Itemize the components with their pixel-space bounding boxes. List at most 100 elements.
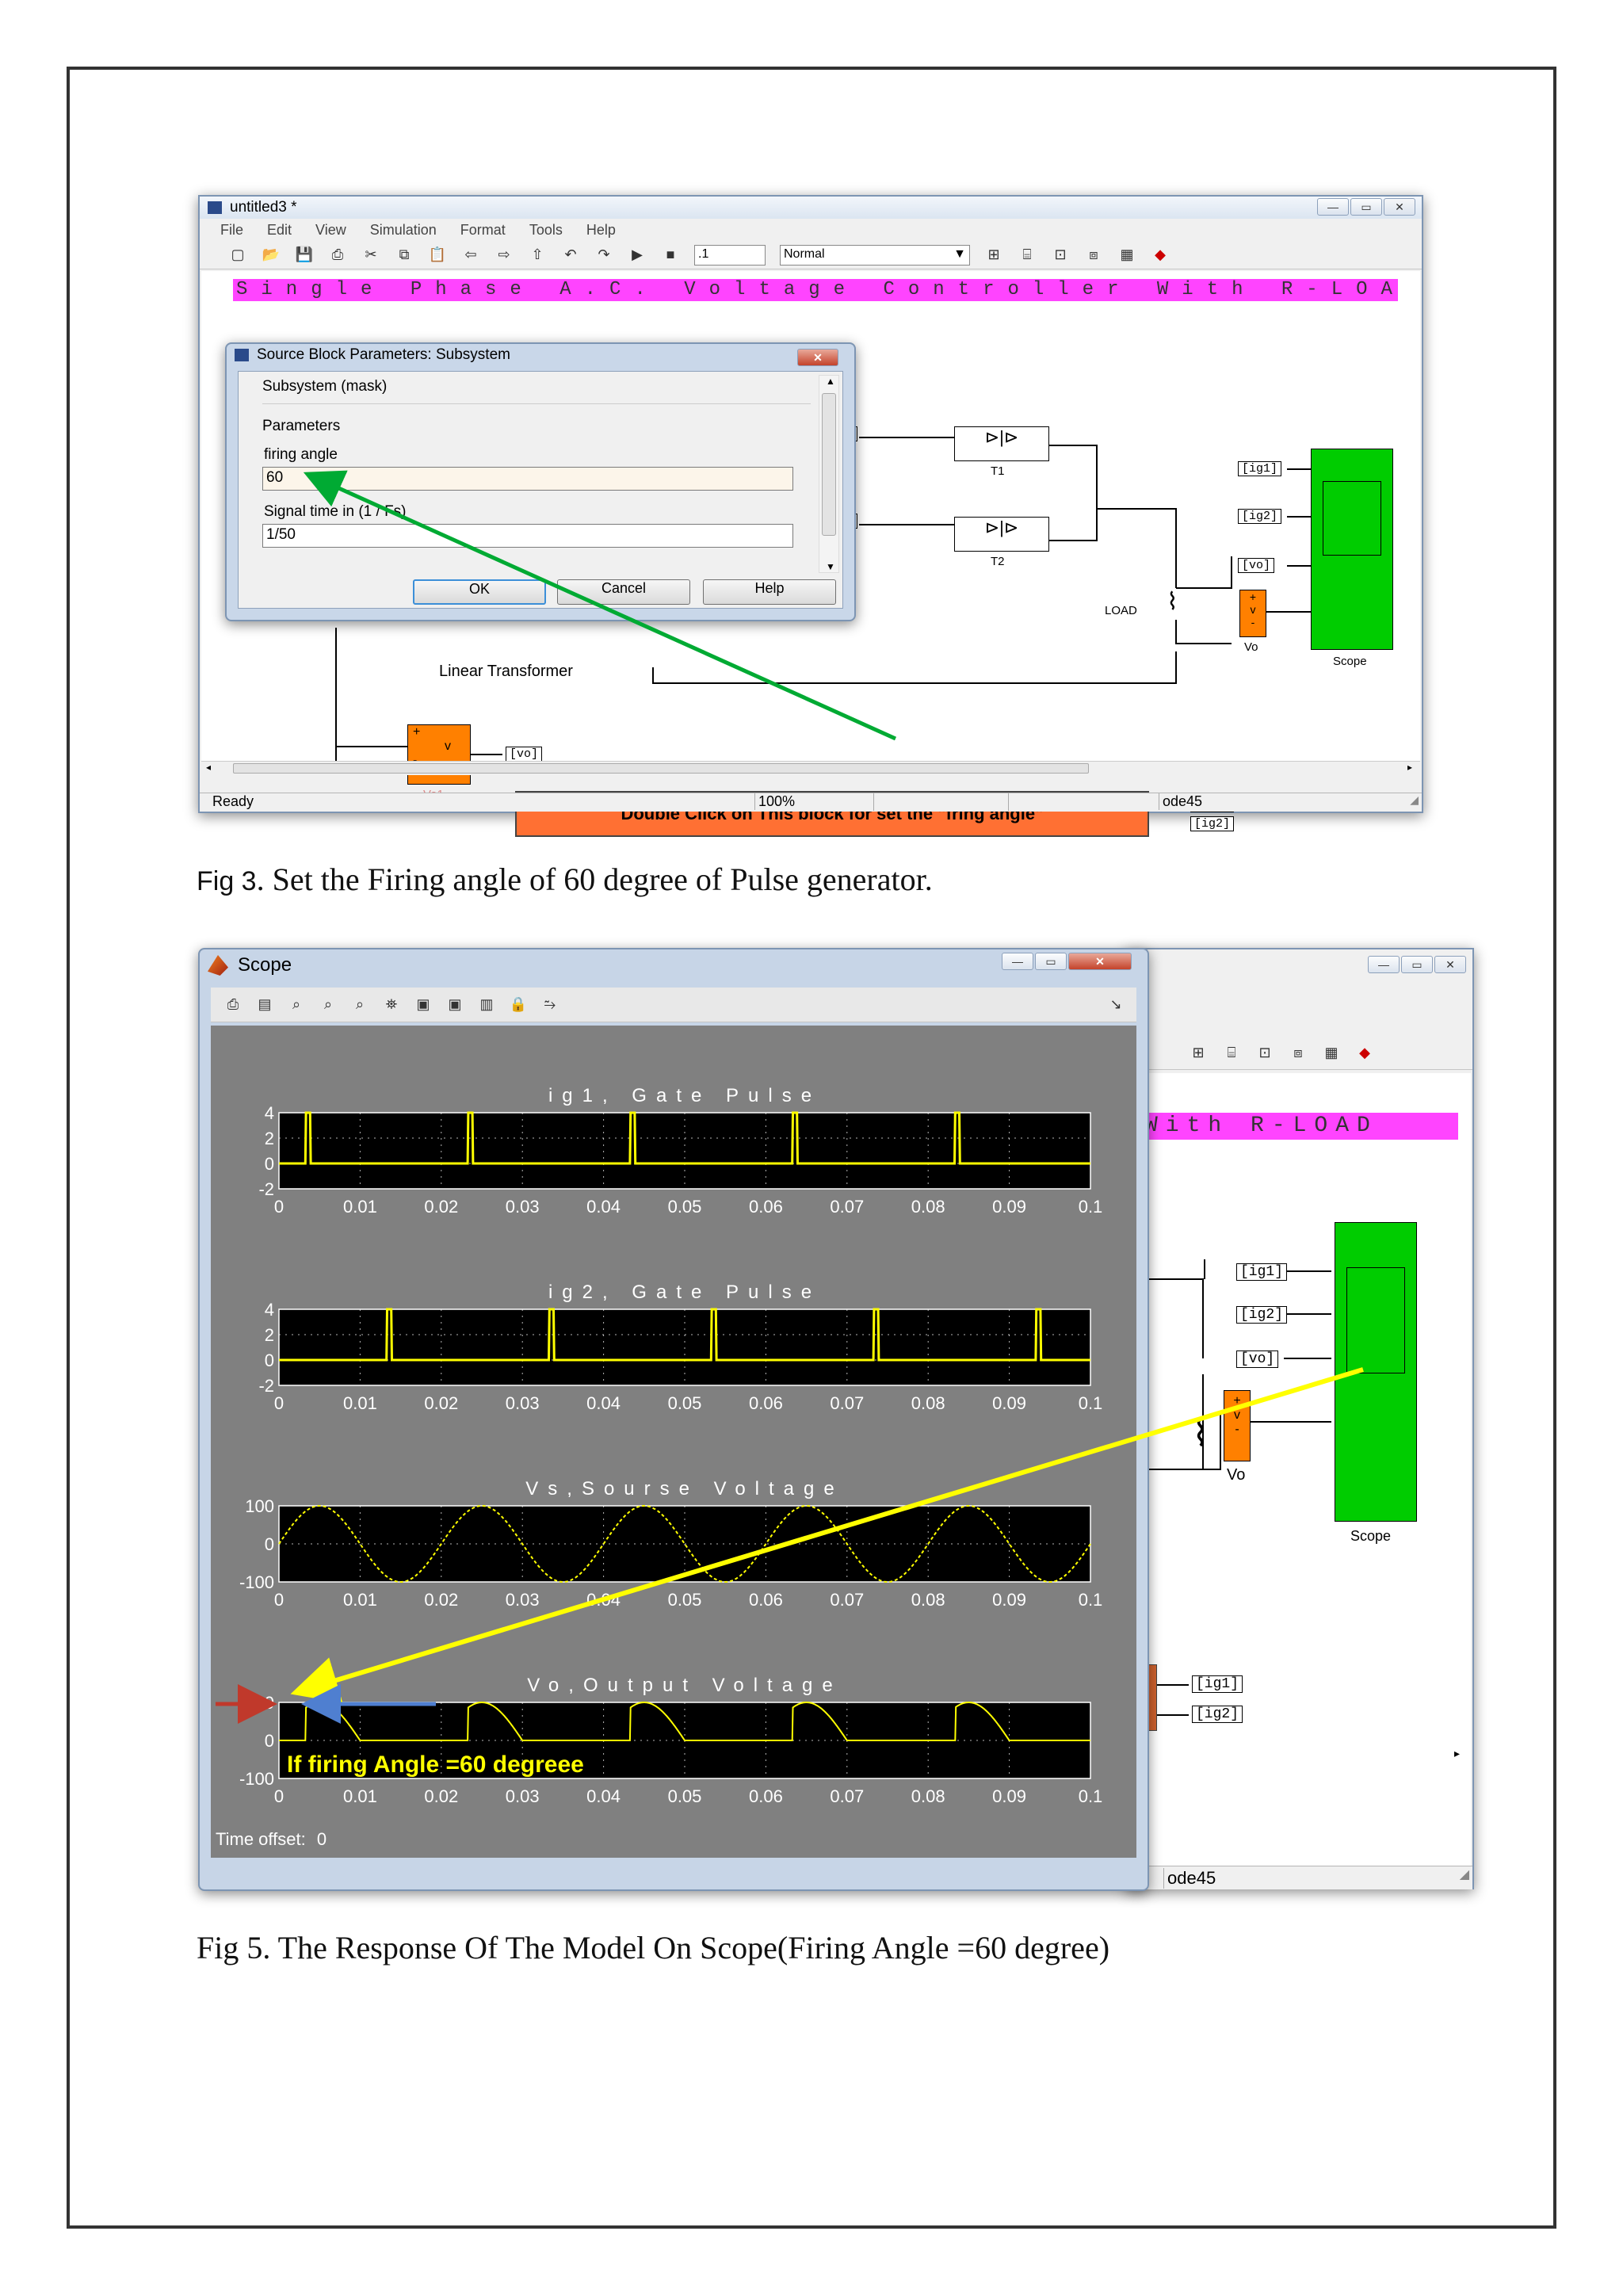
debug-icon[interactable]: ⊡ [1255, 1044, 1274, 1063]
resize-grip-icon[interactable]: ◢ [1410, 793, 1419, 807]
plot-title: ig1, Gate Pulse [548, 1085, 821, 1106]
library-icon[interactable]: ⊞ [1189, 1044, 1208, 1063]
stack-icon[interactable]: ⧈ [1289, 1044, 1308, 1063]
debug-icon[interactable]: ⊡ [1051, 246, 1070, 265]
bg-vo-tag[interactable]: [vo] [1236, 1350, 1279, 1368]
scroll-right-icon[interactable]: ▸ [1407, 762, 1412, 773]
scope-block[interactable] [1311, 449, 1393, 650]
floating-scope-icon[interactable]: ▥ [477, 995, 496, 1014]
ig1-from-tag[interactable]: [ig1] [1238, 461, 1282, 476]
x-tick-label: 0.09 [992, 1590, 1026, 1610]
build-icon[interactable]: ◆ [1355, 1044, 1374, 1063]
build-icon[interactable]: ◆ [1151, 246, 1170, 265]
forward-icon[interactable]: ⇨ [495, 246, 514, 265]
x-tick-label: 0.04 [586, 1197, 621, 1217]
minimize-icon[interactable]: — [1317, 198, 1349, 216]
vo1-voltmeter-block[interactable]: +v- [407, 724, 471, 785]
horizontal-scrollbar[interactable]: ◂ ▸ [201, 761, 1420, 775]
minimize-icon[interactable]: — [1002, 953, 1033, 970]
x-tick-label: 0.02 [424, 1590, 458, 1610]
library-icon[interactable]: ⊞ [984, 246, 1003, 265]
menu-file[interactable]: File [220, 222, 243, 239]
play-icon[interactable]: ▶ [628, 246, 647, 265]
firing-angle-input[interactable]: 60 [262, 467, 793, 491]
resize-grip-icon[interactable]: ◢ [1460, 1866, 1469, 1882]
restore-axes-icon[interactable]: ▣ [445, 995, 464, 1014]
dialog-controls: ✕ [797, 349, 838, 366]
sim-mode-select[interactable]: Normal ▼ [780, 244, 970, 266]
undo-icon[interactable]: ↶ [561, 246, 580, 265]
open-folder-icon[interactable]: 📂 [262, 246, 281, 265]
close-icon[interactable]: ✕ [797, 349, 838, 366]
resistor-icon[interactable]: ⌇ [1167, 588, 1178, 616]
scroll-up-icon[interactable]: ▲ [826, 376, 835, 387]
menu-help[interactable]: Help [586, 222, 616, 239]
help-button[interactable]: Help [703, 579, 836, 605]
redo-icon[interactable]: ↷ [594, 246, 613, 265]
bg-status-solver: ode45 [1163, 1868, 1216, 1889]
model-explorer-icon[interactable]: ⌸ [1222, 1044, 1241, 1063]
model-explorer-icon[interactable]: ⌸ [1018, 246, 1037, 265]
save-icon[interactable]: 💾 [295, 246, 314, 265]
bg-ig1-tag[interactable]: [ig1] [1236, 1263, 1288, 1281]
subsystem-ig2-tag[interactable]: [ig2] [1190, 816, 1235, 831]
ok-button[interactable]: OK [413, 579, 546, 605]
cut-icon[interactable]: ✂ [361, 246, 380, 265]
vo-from-tag[interactable]: [vo] [1238, 558, 1275, 573]
scroll-thumb[interactable] [233, 763, 1089, 774]
grid-icon[interactable]: ▦ [1117, 246, 1136, 265]
autoscale-icon[interactable]: ⛯ [382, 995, 401, 1014]
menu-tools[interactable]: Tools [529, 222, 563, 239]
print-icon[interactable]: ⎙ [328, 246, 347, 265]
scroll-left-icon[interactable]: ◂ [206, 762, 211, 773]
save-axes-icon[interactable]: ▣ [414, 995, 433, 1014]
maximize-icon[interactable]: ▭ [1035, 953, 1067, 970]
up-icon[interactable]: ⇧ [528, 246, 547, 265]
x-tick-label: 0.03 [506, 1786, 540, 1806]
bg-subsystem-ig1-tag[interactable]: [ig1] [1192, 1675, 1243, 1693]
time-offset-value: 0 [316, 1829, 327, 1849]
stack-icon[interactable]: ⧈ [1084, 246, 1103, 265]
stop-icon[interactable]: ■ [661, 246, 680, 265]
new-file-icon[interactable]: ▢ [228, 246, 247, 265]
thyristor-t2-block[interactable]: ⊳|⊳ [954, 517, 1049, 552]
close-icon[interactable]: ✕ [1068, 953, 1132, 970]
signal-time-input[interactable]: 1/50 [262, 524, 793, 548]
signal-selector-icon[interactable]: ⥲ [540, 995, 559, 1014]
close-icon[interactable]: ✕ [1384, 198, 1415, 216]
paste-icon[interactable]: 📋 [428, 246, 447, 265]
bg-subsystem-ig2-tag[interactable]: [ig2] [1192, 1706, 1243, 1723]
lock-icon[interactable]: 🔒 [509, 995, 528, 1014]
zoom-in-icon[interactable]: ⌕ [287, 995, 306, 1014]
menu-edit[interactable]: Edit [267, 222, 292, 239]
scroll-thumb[interactable] [822, 393, 836, 536]
maximize-icon[interactable]: ▭ [1401, 956, 1433, 973]
back-icon[interactable]: ⇦ [461, 246, 480, 265]
dock-arrow-icon[interactable]: ↘ [1106, 995, 1125, 1014]
scroll-right-icon[interactable]: ▸ [1454, 1747, 1460, 1760]
bg-vo-voltmeter[interactable]: + v - [1224, 1390, 1251, 1461]
maximize-icon[interactable]: ▭ [1350, 198, 1382, 216]
minimize-icon[interactable]: — [1368, 956, 1400, 973]
thyristor-t1-block[interactable]: ⊳|⊳ [954, 426, 1049, 461]
print-icon[interactable]: ⎙ [223, 995, 242, 1014]
menu-simulation[interactable]: Simulation [370, 222, 437, 239]
copy-icon[interactable]: ⧉ [395, 246, 414, 265]
zoom-x-icon[interactable]: ⌕ [319, 995, 338, 1014]
vo-voltmeter-block[interactable]: + v - [1239, 590, 1266, 637]
ig2-from-tag[interactable]: [ig2] [1238, 509, 1282, 524]
close-icon[interactable]: ✕ [1434, 956, 1466, 973]
menu-view[interactable]: View [315, 222, 346, 239]
resistor-icon[interactable]: ⌇ [1192, 1414, 1209, 1454]
grid-icon[interactable]: ▦ [1322, 1044, 1341, 1063]
scroll-down-icon[interactable]: ▼ [826, 561, 835, 572]
bg-ig2-tag[interactable]: [ig2] [1236, 1306, 1288, 1324]
menu-format[interactable]: Format [460, 222, 506, 239]
bg-scope-block[interactable] [1335, 1222, 1417, 1522]
zoom-y-icon[interactable]: ⌕ [350, 995, 369, 1014]
parameters-icon[interactable]: ▤ [255, 995, 274, 1014]
stop-time-input[interactable]: .1 [694, 244, 766, 266]
vo1-goto-tag[interactable]: [vo] [506, 747, 543, 762]
dialog-vertical-scrollbar[interactable]: ▲ ▼ [819, 375, 839, 573]
cancel-button[interactable]: Cancel [557, 579, 690, 605]
